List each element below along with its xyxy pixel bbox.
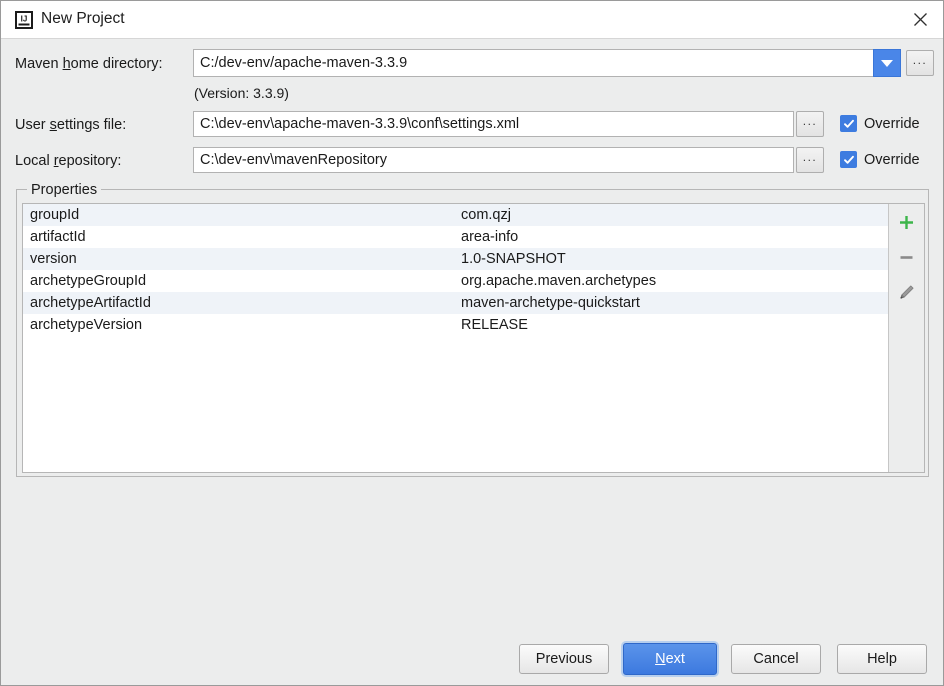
local-repository-browse-button[interactable]: ... <box>796 147 824 173</box>
next-button[interactable]: Next <box>623 643 717 675</box>
local-repository-override-checkbox[interactable]: Override <box>840 151 920 168</box>
local-repository-label-pre: Local <box>15 153 54 169</box>
check-icon <box>843 119 854 128</box>
maven-home-label: Maven home directory: <box>15 54 163 74</box>
new-project-dialog: IJ New Project Maven home directory: C:/… <box>0 0 944 686</box>
property-value: org.apache.maven.archetypes <box>461 273 657 289</box>
check-icon <box>843 155 854 164</box>
properties-group-label: Properties <box>27 182 102 198</box>
property-key: artifactId <box>30 229 86 245</box>
dialog-title: New Project <box>41 10 125 27</box>
property-value: area-info <box>461 229 519 245</box>
local-repository-label-post: epository: <box>58 153 122 169</box>
property-key: version <box>30 251 77 267</box>
checkbox-box <box>840 115 857 132</box>
user-settings-label-post: ettings file: <box>56 117 127 133</box>
table-row[interactable]: artifactId area-info <box>23 226 888 248</box>
close-icon <box>913 12 928 27</box>
maven-home-label-pre: Maven <box>15 56 63 72</box>
plus-icon <box>900 215 913 229</box>
svg-text:IJ: IJ <box>21 15 28 24</box>
property-value: 1.0-SNAPSHOT <box>461 251 566 267</box>
user-settings-browse-button[interactable]: ... <box>796 111 824 137</box>
pencil-icon <box>900 285 914 299</box>
user-settings-label-pre: User <box>15 117 50 133</box>
close-button[interactable] <box>897 1 943 38</box>
dialog-titlebar: IJ New Project <box>1 1 943 39</box>
maven-home-directory-input[interactable]: C:/dev-env/apache-maven-3.3.9 <box>193 49 874 77</box>
properties-table[interactable]: groupId com.qzj artifactId area-info version… <box>23 204 889 472</box>
property-value: maven-archetype-quickstart <box>461 295 640 311</box>
properties-toolbar <box>889 204 924 472</box>
property-key: archetypeVersion <box>30 317 143 333</box>
table-row[interactable]: archetypeGroupId org.apache.maven.archety… <box>23 270 888 292</box>
intellij-idea-icon: IJ <box>15 11 33 29</box>
properties-panel: groupId com.qzj artifactId area-info version… <box>22 203 925 473</box>
local-repository-browse-label: ... <box>802 150 818 164</box>
maven-home-directory-value: C:/dev-env/apache-maven-3.3.9 <box>200 54 408 71</box>
local-repository-value: C:\dev-env\mavenRepository <box>200 151 387 168</box>
checkbox-box <box>840 151 857 168</box>
user-settings-override-checkbox[interactable]: Override <box>840 115 920 132</box>
table-row[interactable]: version 1.0-SNAPSHOT <box>23 248 888 270</box>
previous-button[interactable]: Previous <box>519 644 609 674</box>
table-row[interactable]: groupId com.qzj <box>23 204 888 226</box>
previous-button-label: Previous <box>535 651 593 667</box>
maven-home-browse-label: ... <box>912 53 928 67</box>
user-settings-override-label: Override <box>864 115 920 132</box>
user-settings-file-value: C:\dev-env\apache-maven-3.3.9\conf\setti… <box>200 115 520 132</box>
local-repository-input[interactable]: C:\dev-env\mavenRepository <box>193 147 794 173</box>
user-settings-label: User settings file: <box>15 115 126 135</box>
chevron-down-icon <box>881 59 893 67</box>
property-key: archetypeArtifactId <box>30 295 151 311</box>
remove-property-button[interactable] <box>894 245 920 269</box>
next-button-label: Next <box>655 651 685 667</box>
next-label-mnemonic: N <box>655 651 666 667</box>
user-settings-label-mnemonic: s <box>49 117 57 133</box>
minus-icon <box>900 255 913 259</box>
next-label-post: ext <box>665 651 685 667</box>
cancel-button[interactable]: Cancel <box>731 644 821 674</box>
help-button-label: Help <box>867 651 897 667</box>
table-row[interactable]: archetypeVersion RELEASE <box>23 314 888 336</box>
maven-version-note: (Version: 3.3.9) <box>194 85 289 101</box>
property-key: groupId <box>30 207 80 223</box>
user-settings-file-input[interactable]: C:\dev-env\apache-maven-3.3.9\conf\setti… <box>193 111 794 137</box>
maven-home-label-post: ome directory: <box>70 56 163 72</box>
add-property-button[interactable] <box>894 210 920 234</box>
maven-home-dropdown-button[interactable] <box>873 49 901 77</box>
maven-home-label-mnemonic: h <box>62 56 71 72</box>
property-value: RELEASE <box>461 317 528 333</box>
cancel-button-label: Cancel <box>753 651 799 667</box>
edit-property-button[interactable] <box>894 280 920 304</box>
property-value: com.qzj <box>461 207 511 223</box>
local-repository-override-label: Override <box>864 151 920 168</box>
user-settings-browse-label: ... <box>802 114 818 128</box>
property-key: archetypeGroupId <box>30 273 147 289</box>
maven-home-browse-button[interactable]: ... <box>906 50 934 76</box>
table-row[interactable]: archetypeArtifactId maven-archetype-quick… <box>23 292 888 314</box>
help-button[interactable]: Help <box>837 644 927 674</box>
local-repository-label: Local repository: <box>15 151 121 171</box>
